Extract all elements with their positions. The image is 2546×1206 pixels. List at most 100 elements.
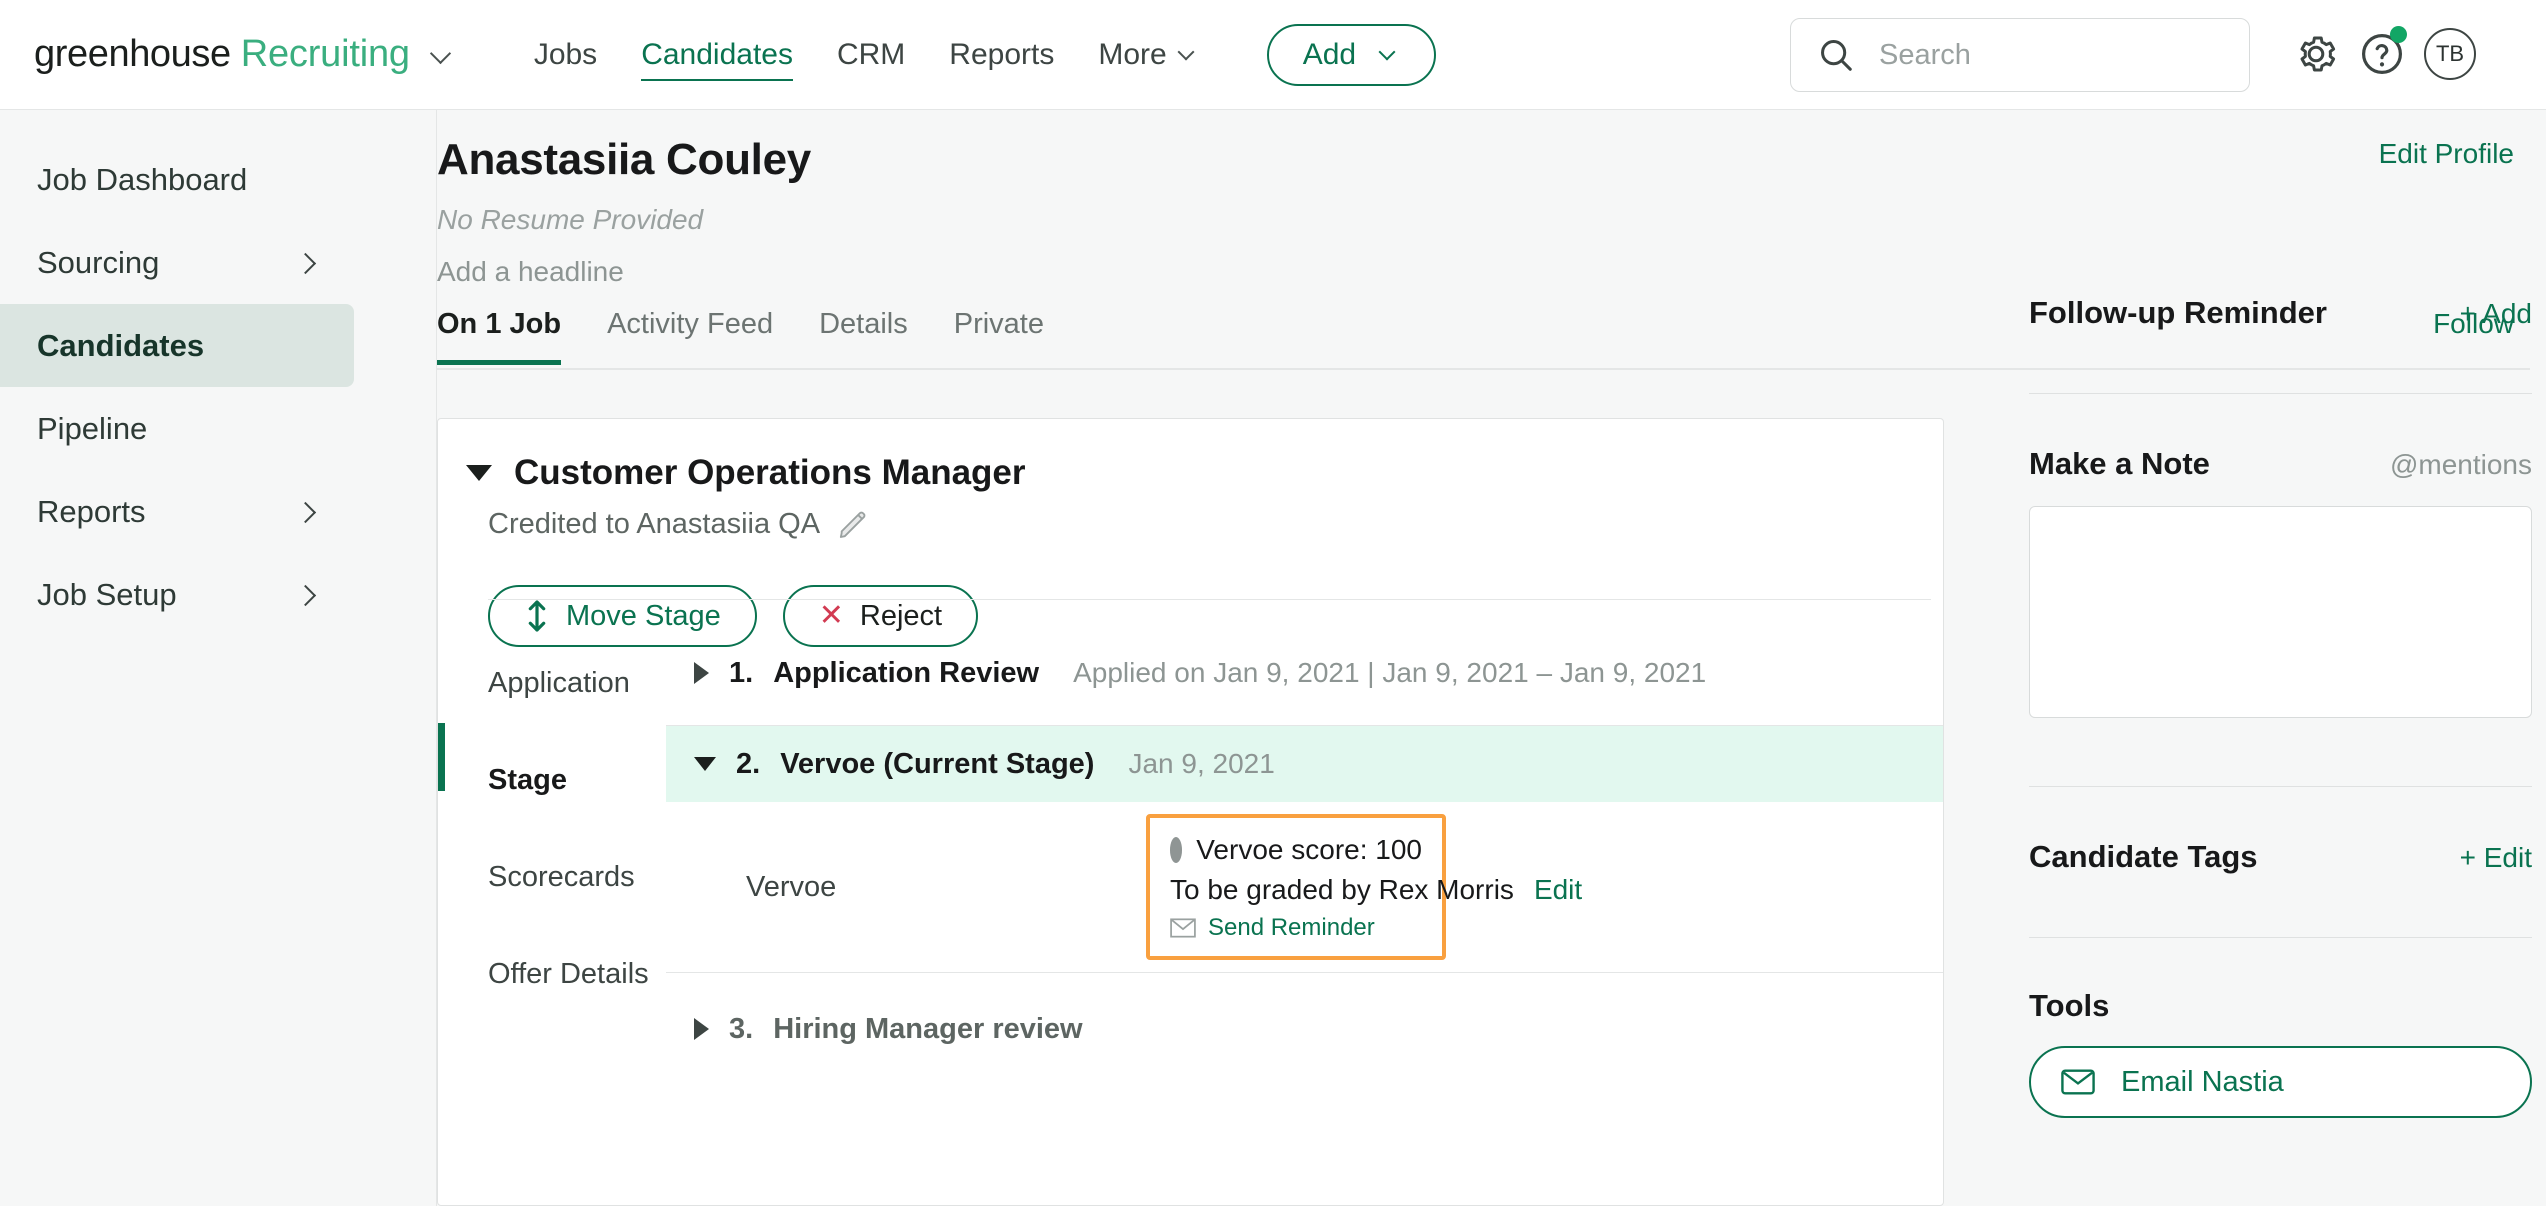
sidebar-item-label: Sourcing	[37, 244, 160, 280]
brand-name: greenhouse	[34, 33, 231, 75]
chevron-right-icon	[298, 504, 314, 520]
credited-to-label: Credited to Anastasiia QA	[488, 507, 821, 540]
edit-candidate-tags-button[interactable]: + Edit	[2460, 842, 2532, 874]
more-chevron-down-icon	[1179, 45, 1199, 65]
subnav-item-label: Offer Details	[488, 958, 649, 990]
add-followup-reminder-button[interactable]: + Add	[2460, 298, 2532, 330]
subnav-item-application[interactable]: Application	[488, 635, 666, 732]
nav-link-label: Candidates	[641, 37, 793, 71]
subnav-item-stage[interactable]: Stage	[488, 732, 666, 829]
graded-by-line: To be graded by Rex Morris Edit	[1170, 874, 1582, 906]
search-input[interactable]: Search	[1790, 18, 2250, 92]
mentions-hint: @mentions	[2389, 449, 2532, 480]
tab-details[interactable]: Details	[819, 308, 932, 363]
job-subnav: Application Stage Scorecards Offer Detai…	[438, 617, 666, 1205]
add-chevron-down-icon	[1380, 45, 1400, 65]
edit-pencil-icon[interactable]	[836, 507, 870, 541]
sidebar-item-pipeline[interactable]: Pipeline	[0, 387, 354, 470]
tab-on-1-job[interactable]: On 1 Job	[437, 308, 585, 365]
expand-caret-right-icon[interactable]	[694, 662, 709, 684]
tab-label: Private	[953, 308, 1044, 340]
subnav-item-label: Scorecards	[488, 861, 635, 893]
graded-by-text: To be graded by Rex Morris	[1170, 874, 1514, 905]
tab-label: Activity Feed	[607, 308, 774, 340]
candidate-tags-header: Candidate Tags + Edit	[2029, 839, 2532, 875]
tools-section: Tools	[2015, 938, 2546, 1024]
score-status-dot-icon	[1170, 837, 1183, 863]
resume-status: No Resume Provided	[437, 204, 704, 235]
primary-nav-links: Jobs Candidates CRM Reports More	[512, 27, 1221, 83]
interview-name: Vervoe	[746, 870, 837, 903]
candidate-tags-section: Candidate Tags + Edit	[2015, 787, 2546, 875]
tools-title: Tools	[2029, 988, 2110, 1023]
avatar[interactable]: TB	[2424, 28, 2476, 80]
note-textarea[interactable]	[2029, 506, 2532, 718]
score-line: Vervoe score: 100	[1170, 834, 1422, 866]
brand-chevron-down-icon[interactable]	[432, 45, 452, 65]
vervoe-score-box: Vervoe score: 100 To be graded by Rex Mo…	[1146, 814, 1582, 960]
stage-number: 2.	[736, 747, 761, 780]
nav-link-more[interactable]: More	[1076, 27, 1220, 83]
sidebar-item-job-dashboard[interactable]: Job Dashboard	[0, 138, 354, 221]
stage-meta: Applied on Jan 9, 2021 | Jan 9, 2021 – J…	[1073, 657, 1707, 688]
sidebar-item-sourcing[interactable]: Sourcing	[0, 221, 354, 304]
nav-link-crm[interactable]: CRM	[815, 27, 927, 83]
nav-link-label: Reports	[949, 37, 1055, 71]
nav-link-label: CRM	[836, 37, 906, 71]
sidebar-item-job-setup[interactable]: Job Setup	[0, 553, 354, 636]
brand-product: Recruiting	[240, 33, 410, 75]
send-reminder-link[interactable]: Send Reminder	[1208, 914, 1375, 942]
top-navigation-bar: greenhouse Recruiting Jobs Candidates CR…	[0, 0, 2546, 110]
stage-list: 1. Application Review Applied on Jan 9, …	[666, 617, 1943, 1205]
collapse-caret-down-icon[interactable]	[694, 757, 716, 771]
subnav-active-indicator	[438, 723, 445, 791]
nav-link-reports[interactable]: Reports	[927, 27, 1076, 83]
stage-name: Application Review	[773, 656, 1040, 689]
expand-caret-right-icon[interactable]	[694, 1018, 709, 1040]
search-placeholder: Search	[1879, 38, 1971, 71]
sidebar-item-label: Pipeline	[37, 410, 148, 446]
stage-name: Hiring Manager review	[773, 1012, 1083, 1045]
help-notification-dot	[2390, 26, 2407, 43]
brand-logo[interactable]: greenhouse Recruiting	[34, 33, 452, 76]
stage-header: 2. Vervoe (Current Stage) Jan 9, 2021	[666, 740, 1943, 788]
nav-link-candidates[interactable]: Candidates	[619, 27, 815, 83]
make-a-note-section: Make a Note @mentions	[2015, 394, 2546, 482]
nav-link-label: More	[1098, 37, 1167, 71]
sidebar: Job Dashboard Sourcing Candidates Pipeli…	[0, 110, 437, 1206]
collapse-job-caret-down-icon[interactable]	[466, 465, 492, 481]
envelope-icon	[1170, 918, 1196, 938]
add-button[interactable]: Add	[1266, 23, 1437, 86]
subnav-item-offer-details[interactable]: Offer Details	[488, 926, 666, 1023]
gear-icon[interactable]	[2292, 30, 2340, 78]
sidebar-item-label: Reports	[37, 493, 146, 529]
stage-row-hiring-manager-review[interactable]: 3. Hiring Manager review	[666, 991, 1943, 1067]
email-candidate-button[interactable]: Email Nastia	[2029, 1046, 2532, 1118]
add-headline-link[interactable]: Add a headline	[437, 256, 624, 288]
send-reminder-line[interactable]: Send Reminder	[1170, 914, 1422, 942]
nav-link-jobs[interactable]: Jobs	[512, 27, 619, 83]
edit-grader-link[interactable]: Edit	[1534, 874, 1582, 906]
nav-link-label: Jobs	[533, 37, 598, 71]
chevron-right-icon	[298, 587, 314, 603]
tab-activity-feed[interactable]: Activity Feed	[607, 308, 797, 363]
add-button-label: Add	[1302, 37, 1357, 71]
job-title: Customer Operations Manager	[514, 453, 1026, 492]
vervoe-score-text: Vervoe score: 100	[1196, 834, 1422, 865]
tab-label: On 1 Job	[437, 308, 562, 340]
right-rail: Follow-up Reminder + Add Make a Note @me…	[2015, 110, 2546, 1206]
envelope-icon	[2061, 1069, 2095, 1095]
email-candidate-label: Email Nastia	[2121, 1065, 2284, 1098]
sidebar-item-candidates[interactable]: Candidates	[0, 304, 354, 387]
subnav-item-scorecards[interactable]: Scorecards	[488, 829, 666, 926]
nav-active-underline	[641, 78, 793, 81]
interview-row-vervoe: Vervoe Vervoe score: 100 To be graded by…	[666, 802, 1943, 972]
make-a-note-title: Make a Note	[2029, 446, 2210, 481]
stage-row-application-review[interactable]: 1. Application Review Applied on Jan 9, …	[666, 635, 1943, 711]
stage-meta: Jan 9, 2021	[1128, 748, 1275, 779]
tab-private[interactable]: Private	[954, 308, 1068, 363]
sidebar-item-reports[interactable]: Reports	[0, 470, 354, 553]
job-title-row: Customer Operations Manager	[466, 453, 1943, 493]
followup-reminder-section: Follow-up Reminder + Add	[2015, 110, 2546, 331]
stage-row-vervoe-current[interactable]: 2. Vervoe (Current Stage) Jan 9, 2021	[666, 726, 1943, 802]
